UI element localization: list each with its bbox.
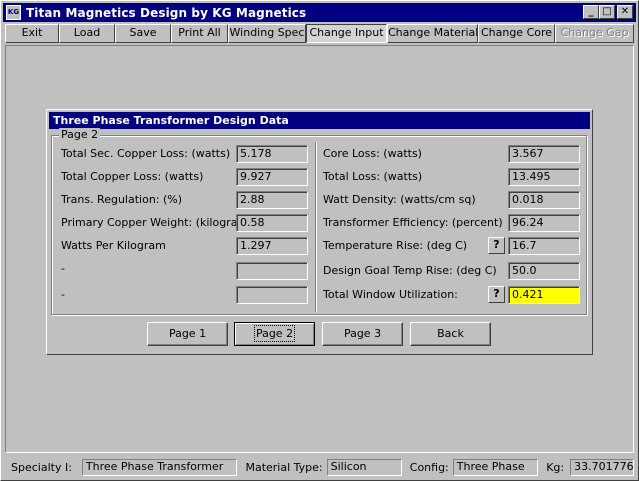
watts-per-kilogram-field: 1.297 bbox=[236, 237, 308, 255]
trans-regulation-field: 2.88 bbox=[236, 191, 308, 209]
dialog-title[interactable]: Three Phase Transformer Design Data bbox=[49, 112, 590, 129]
total-loss-label: Total Loss: (watts) bbox=[323, 170, 423, 183]
temperature-rise-field: 16.7 bbox=[508, 237, 580, 255]
core-loss-label: Core Loss: (watts) bbox=[323, 147, 422, 160]
change-gap-button[interactable]: Change Gap bbox=[555, 24, 634, 43]
watts-per-kilogram-label: Watts Per Kilogram bbox=[61, 239, 166, 252]
page-2-button[interactable]: Page 2 bbox=[234, 322, 315, 346]
material-type-value: Silicon bbox=[326, 458, 402, 476]
window-controls: _ □ ✕ bbox=[583, 5, 633, 19]
page-3-button[interactable]: Page 3 bbox=[322, 322, 403, 346]
window-utilization-help-button[interactable]: ? bbox=[488, 286, 505, 303]
blank-label-2: - bbox=[61, 288, 65, 301]
config-label: Config: bbox=[409, 460, 449, 474]
temperature-rise-label: Temperature Rise: (deg C) bbox=[323, 239, 468, 252]
page-2-label: Page 2 bbox=[253, 325, 296, 342]
page-1-button[interactable]: Page 1 bbox=[147, 322, 228, 346]
change-input-button[interactable]: Change Input bbox=[306, 24, 387, 43]
design-data-dialog: Three Phase Transformer Design Data Page… bbox=[46, 109, 593, 355]
app-window: KG Titan Magnetics Design by KG Magnetic… bbox=[0, 0, 639, 481]
exit-button[interactable]: Exit bbox=[5, 24, 59, 43]
transformer-efficiency-label: Transformer Efficiency: (percent) bbox=[323, 216, 503, 229]
title-bar[interactable]: KG Titan Magnetics Design by KG Magnetic… bbox=[3, 3, 636, 22]
core-loss-field: 3.567 bbox=[508, 145, 580, 163]
status-bar: Specialty I: Three Phase Transformer Mat… bbox=[5, 456, 635, 478]
primary-copper-weight-field: 0.58 bbox=[236, 214, 308, 232]
blank-field-1 bbox=[236, 262, 308, 280]
total-sec-copper-loss-label: Total Sec. Copper Loss: (watts) bbox=[61, 147, 231, 160]
total-window-utilization-field: 0.421 bbox=[508, 286, 580, 304]
primary-copper-weight-label: Primary Copper Weight: (kilograms) bbox=[61, 216, 259, 229]
minimize-icon[interactable]: _ bbox=[583, 5, 599, 19]
design-goal-temp-rise-label: Design Goal Temp Rise: (deg C) bbox=[323, 264, 497, 277]
transformer-efficiency-field: 96.24 bbox=[508, 214, 580, 232]
window-title: Titan Magnetics Design by KG Magnetics bbox=[26, 5, 307, 20]
watt-density-field: 0.018 bbox=[508, 191, 580, 209]
back-label: Back bbox=[437, 327, 464, 340]
column-divider bbox=[315, 142, 317, 312]
page-3-label: Page 3 bbox=[343, 327, 382, 340]
app-logo-icon: KG bbox=[6, 5, 21, 20]
trans-regulation-label: Trans. Regulation: (%) bbox=[61, 193, 183, 206]
maximize-icon[interactable]: □ bbox=[599, 5, 615, 19]
config-value: Three Phase bbox=[452, 458, 539, 476]
close-icon[interactable]: ✕ bbox=[617, 5, 633, 19]
page-1-label: Page 1 bbox=[168, 327, 207, 340]
watt-density-label: Watt Density: (watts/cm sq) bbox=[323, 193, 476, 206]
total-loss-field: 13.495 bbox=[508, 168, 580, 186]
winding-spec-button[interactable]: Winding Spec bbox=[228, 24, 306, 43]
specialty-label: Specialty I: bbox=[11, 460, 72, 474]
load-button[interactable]: Load bbox=[59, 24, 115, 43]
page-2-group: Page 2 Total Sec. Copper Loss: (watts) 5… bbox=[51, 128, 587, 315]
blank-label-1: - bbox=[61, 262, 65, 275]
group-label: Page 2 bbox=[59, 128, 101, 141]
kg-value: 33.70177603 bbox=[570, 458, 635, 476]
material-type-label: Material Type: bbox=[245, 460, 323, 474]
save-button[interactable]: Save bbox=[115, 24, 171, 43]
design-goal-temp-rise-field: 50.0 bbox=[508, 262, 580, 280]
total-copper-loss-field: 9.927 bbox=[236, 168, 308, 186]
kg-label: Kg: bbox=[546, 460, 565, 474]
temperature-rise-help-button[interactable]: ? bbox=[488, 237, 505, 254]
toolbar: Exit Load Save Print All Winding Spec Ch… bbox=[5, 24, 634, 44]
change-core-button[interactable]: Change Core bbox=[478, 24, 555, 43]
blank-field-2 bbox=[236, 286, 308, 304]
back-button[interactable]: Back bbox=[410, 322, 491, 346]
total-window-utilization-label: Total Window Utilization: bbox=[323, 288, 458, 301]
total-copper-loss-label: Total Copper Loss: (watts) bbox=[61, 170, 204, 183]
change-material-button[interactable]: Change Material bbox=[387, 24, 478, 43]
print-all-button[interactable]: Print All bbox=[171, 24, 228, 43]
specialty-value: Three Phase Transformer bbox=[81, 458, 238, 476]
total-sec-copper-loss-field: 5.178 bbox=[236, 145, 308, 163]
